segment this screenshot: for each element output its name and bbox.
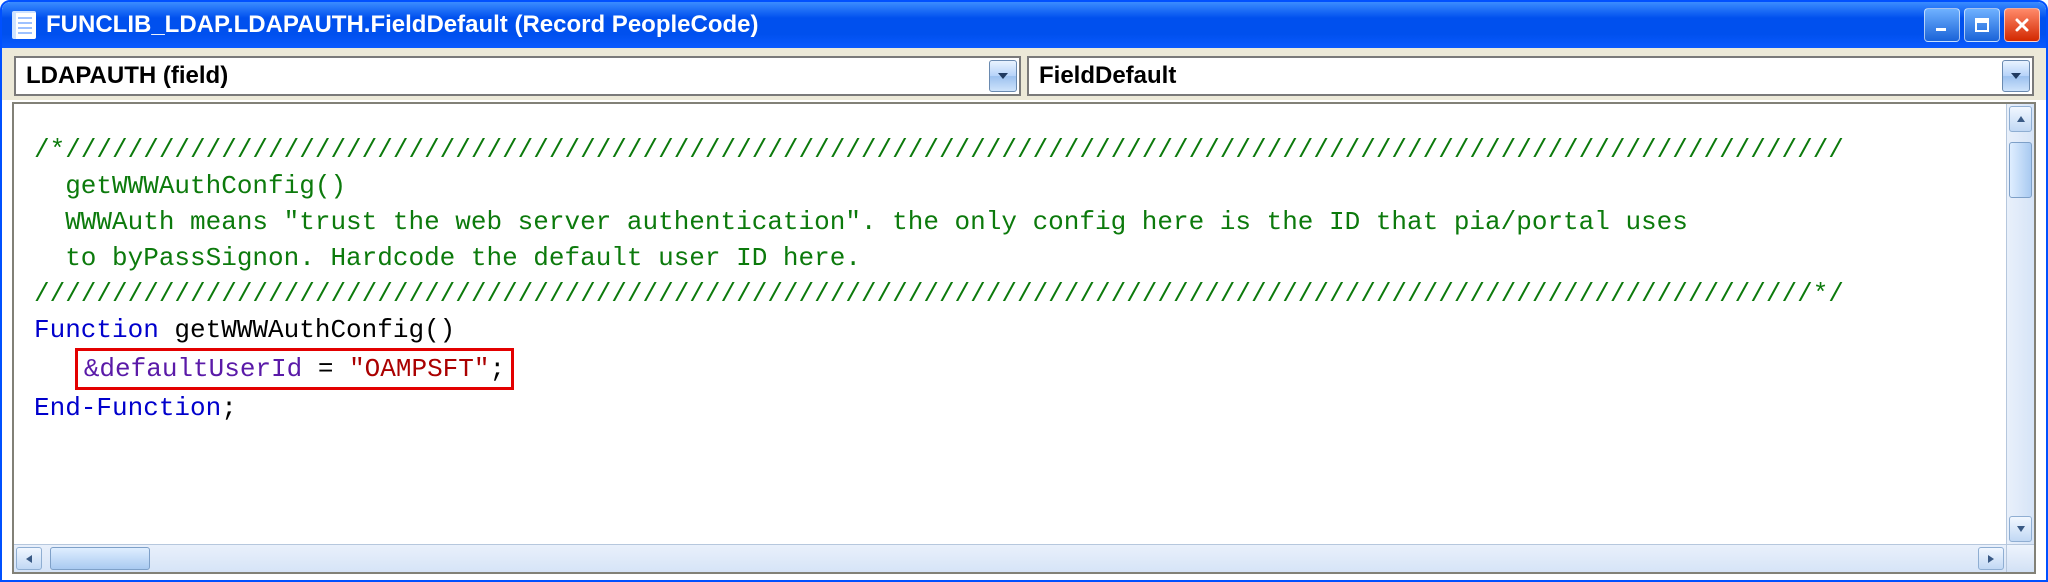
comment-line: getWWWAuthConfig()	[34, 171, 346, 201]
selector-toolbar: LDAPAUTH (field) FieldDefault	[2, 48, 2046, 100]
semicolon: ;	[221, 393, 237, 423]
minimize-icon	[1934, 17, 1950, 33]
maximize-icon	[1974, 17, 1990, 33]
comment-line: /*//////////////////////////////////////…	[34, 135, 1844, 165]
chevron-down-icon	[2016, 525, 2026, 533]
string-literal: "OAMPSFT"	[349, 354, 489, 384]
vertical-scroll-track[interactable]	[2007, 134, 2034, 514]
event-selector-dropdown-button[interactable]	[2002, 60, 2030, 92]
horizontal-scroll-track[interactable]	[44, 545, 1976, 572]
keyword-function: Function	[34, 315, 159, 345]
field-selector[interactable]: LDAPAUTH (field)	[14, 56, 1021, 96]
chevron-down-icon	[2010, 72, 2022, 80]
window-title: FUNCLIB_LDAP.LDAPAUTH.FieldDefault (Reco…	[46, 11, 1924, 39]
comment-line: ////////////////////////////////////////…	[34, 279, 1844, 309]
maximize-button[interactable]	[1964, 8, 2000, 42]
scroll-down-button[interactable]	[2009, 516, 2032, 542]
comment-line: to byPassSignon. Hardcode the default us…	[34, 243, 861, 273]
vertical-scrollbar[interactable]	[2006, 104, 2034, 544]
field-selector-dropdown-button[interactable]	[989, 60, 1017, 92]
keyword-endfunction: End-Function	[34, 393, 221, 423]
scrollbar-corner	[2006, 545, 2034, 572]
scroll-left-button[interactable]	[16, 547, 42, 570]
function-name: getWWWAuthConfig()	[159, 315, 455, 345]
field-selector-value: LDAPAUTH (field)	[26, 62, 989, 90]
highlighted-line: &defaultUserId = "OAMPSFT";	[75, 348, 514, 390]
editor-body: /*//////////////////////////////////////…	[14, 104, 2034, 544]
variable: &defaultUserId	[84, 354, 302, 384]
window-controls	[1924, 8, 2040, 42]
editor: /*//////////////////////////////////////…	[12, 102, 2036, 574]
minimize-button[interactable]	[1924, 8, 1960, 42]
vertical-scroll-thumb[interactable]	[2009, 142, 2032, 198]
titlebar[interactable]: FUNCLIB_LDAP.LDAPAUTH.FieldDefault (Reco…	[2, 2, 2046, 48]
close-icon	[2014, 17, 2030, 33]
scroll-up-button[interactable]	[2009, 106, 2032, 132]
indent	[34, 354, 81, 384]
horizontal-scroll-thumb[interactable]	[50, 547, 150, 570]
event-selector-value: FieldDefault	[1039, 62, 2002, 90]
code-area[interactable]: /*//////////////////////////////////////…	[14, 104, 2006, 544]
chevron-left-icon	[25, 554, 33, 564]
semicolon: ;	[490, 354, 506, 384]
horizontal-scrollbar[interactable]	[14, 544, 2034, 572]
document-icon	[12, 11, 36, 39]
comment-line: WWWAuth means "trust the web server auth…	[34, 207, 1688, 237]
event-selector[interactable]: FieldDefault	[1027, 56, 2034, 96]
close-button[interactable]	[2004, 8, 2040, 42]
chevron-up-icon	[2016, 115, 2026, 123]
code-editor-window: FUNCLIB_LDAP.LDAPAUTH.FieldDefault (Reco…	[0, 0, 2048, 582]
chevron-right-icon	[1987, 554, 1995, 564]
chevron-down-icon	[997, 72, 1009, 80]
equals: =	[302, 354, 349, 384]
scroll-right-button[interactable]	[1978, 547, 2004, 570]
